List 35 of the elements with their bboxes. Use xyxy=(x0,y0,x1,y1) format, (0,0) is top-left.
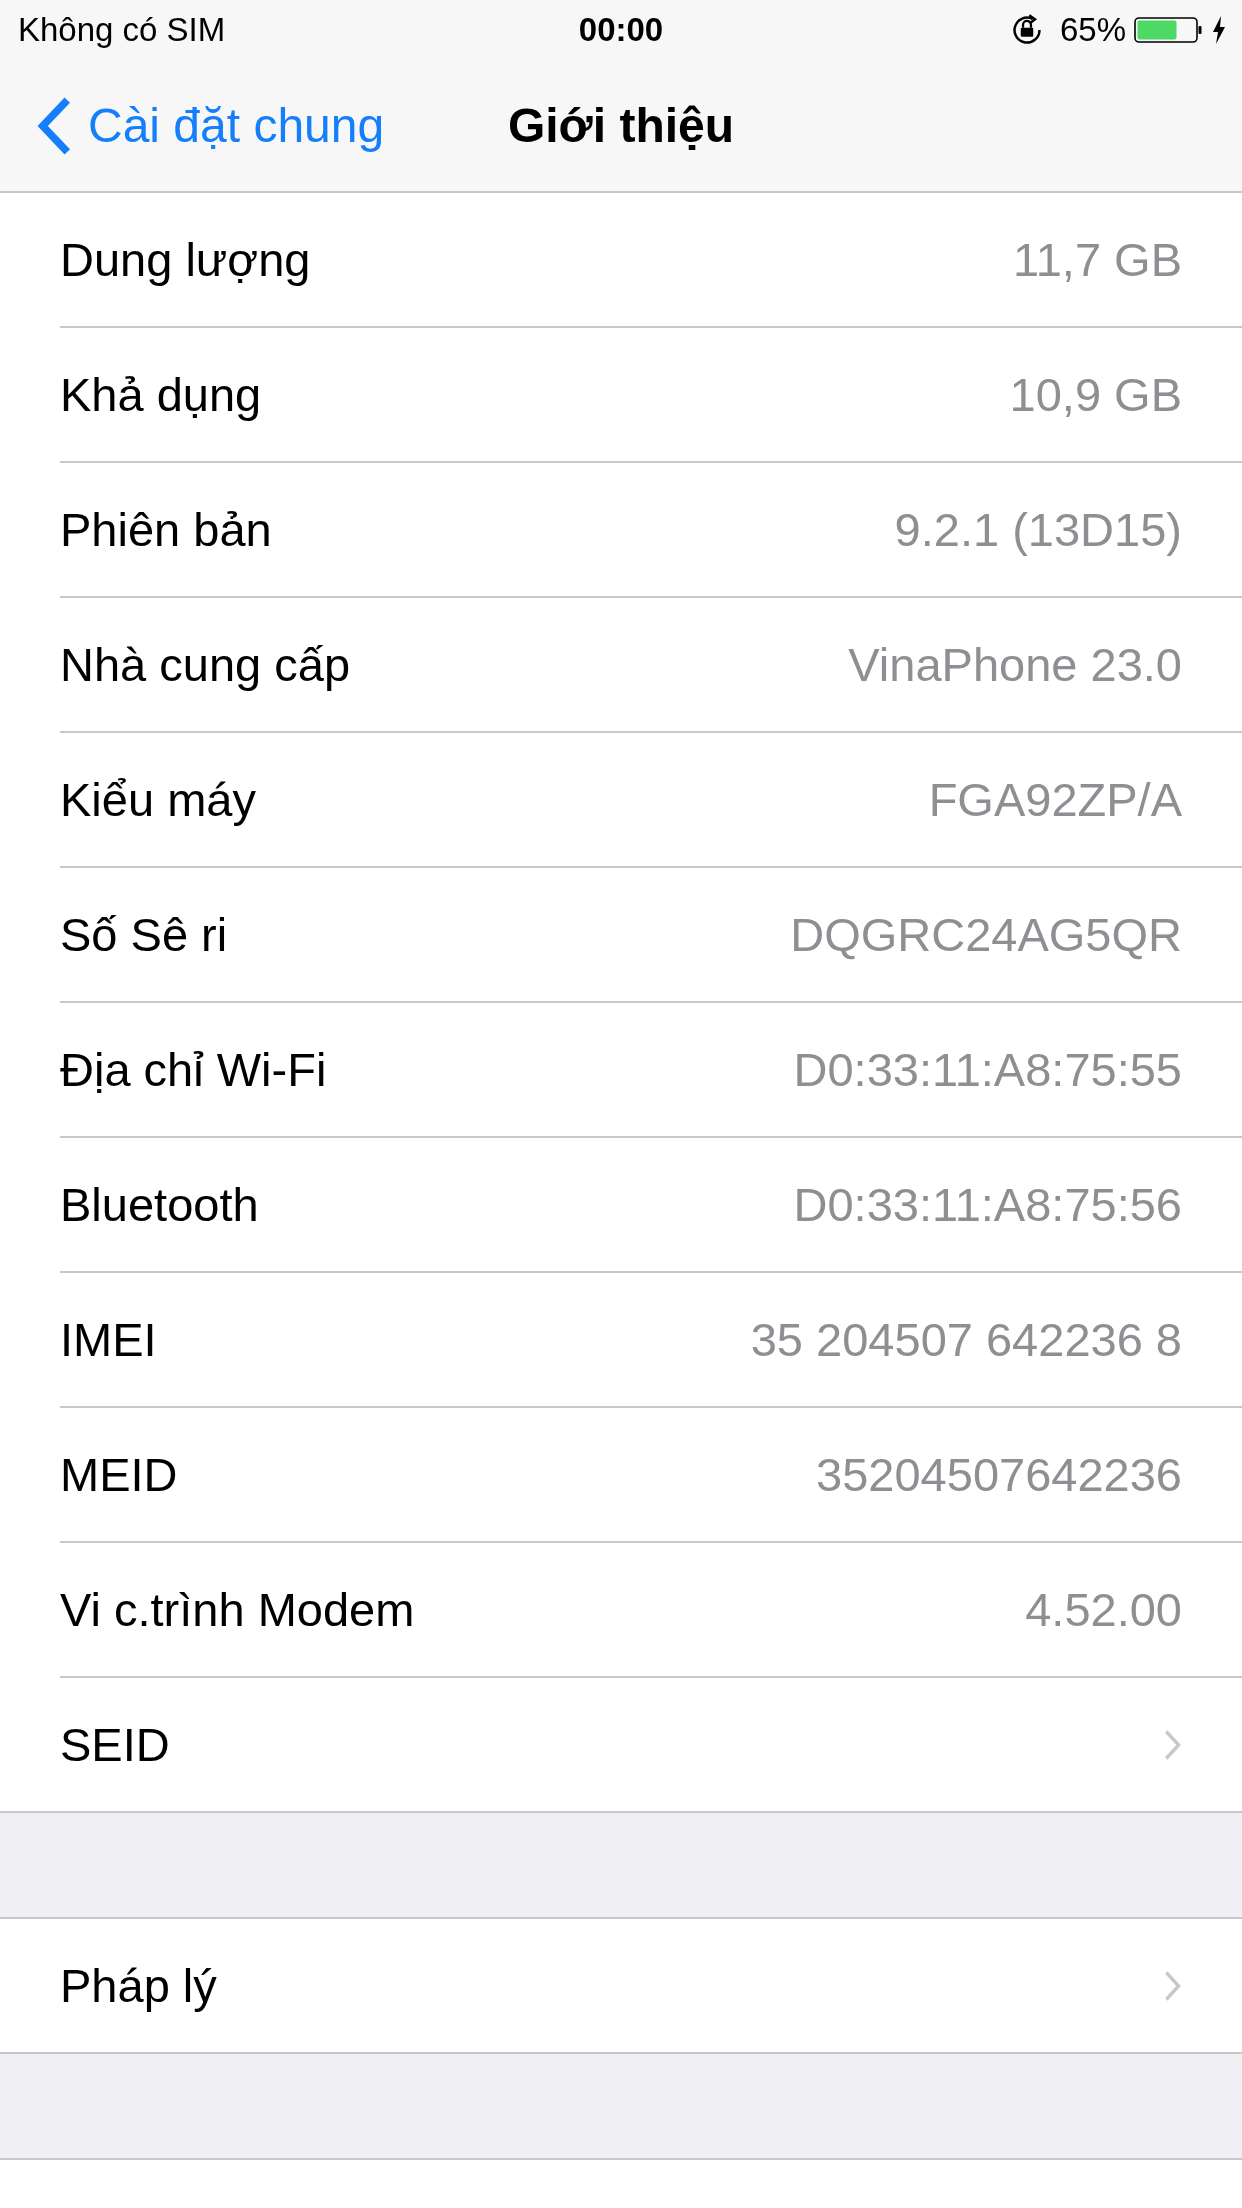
list-item[interactable]: SEID xyxy=(60,1678,1242,1811)
row-value: 35 204507 642236 8 xyxy=(750,1312,1182,1367)
row-value: VinaPhone 23.0 xyxy=(848,637,1182,692)
page-title: Giới thiệu xyxy=(507,98,735,153)
row-label: Địa chỉ Wi-Fi xyxy=(60,1042,327,1097)
row-label: IMEI xyxy=(60,1312,157,1367)
row-label: Vi c.trình Modem xyxy=(60,1582,415,1637)
carrier-label: Không có SIM xyxy=(18,11,226,49)
row-value: FGA92ZP/A xyxy=(928,772,1182,827)
row-label: Khả dụng xyxy=(60,367,262,422)
row-value: DQGRC24AG5QR xyxy=(790,907,1182,962)
battery-percent: 65% xyxy=(1059,11,1126,49)
row-value: D0:33:11:A8:75:55 xyxy=(793,1042,1182,1097)
row-label: Số Sê ri xyxy=(60,907,228,962)
row-label: Nhà cung cấp xyxy=(60,637,351,692)
chevron-icon xyxy=(1164,1969,1182,2002)
row-label: Bluetooth xyxy=(60,1177,259,1232)
row-value: 10,9 GB xyxy=(1009,367,1182,422)
row-label: Kiểu máy xyxy=(60,772,256,827)
row-value: D0:33:11:A8:75:56 xyxy=(793,1177,1182,1232)
row-label: SEID xyxy=(60,1717,170,1772)
charging-icon xyxy=(1212,16,1226,44)
row-label: Dung lượng xyxy=(60,232,311,287)
row-value: 9.2.1 (13D15) xyxy=(894,502,1182,557)
row-value: 35204507642236 xyxy=(816,1447,1182,1502)
battery-icon xyxy=(1134,15,1204,45)
row-value: 4.52.00 xyxy=(1025,1582,1182,1637)
clock: 00:00 xyxy=(578,11,664,49)
row-label: MEID xyxy=(60,1447,178,1502)
row-value: 11,7 GB xyxy=(1013,232,1182,287)
back-button[interactable]: Cài đặt chung xyxy=(0,95,385,156)
row-label: Pháp lý xyxy=(60,1958,217,2013)
list-item[interactable]: Pháp lý xyxy=(60,1919,1242,2052)
chevron-icon xyxy=(1164,1728,1182,1761)
row-label: Phiên bản xyxy=(60,502,272,557)
